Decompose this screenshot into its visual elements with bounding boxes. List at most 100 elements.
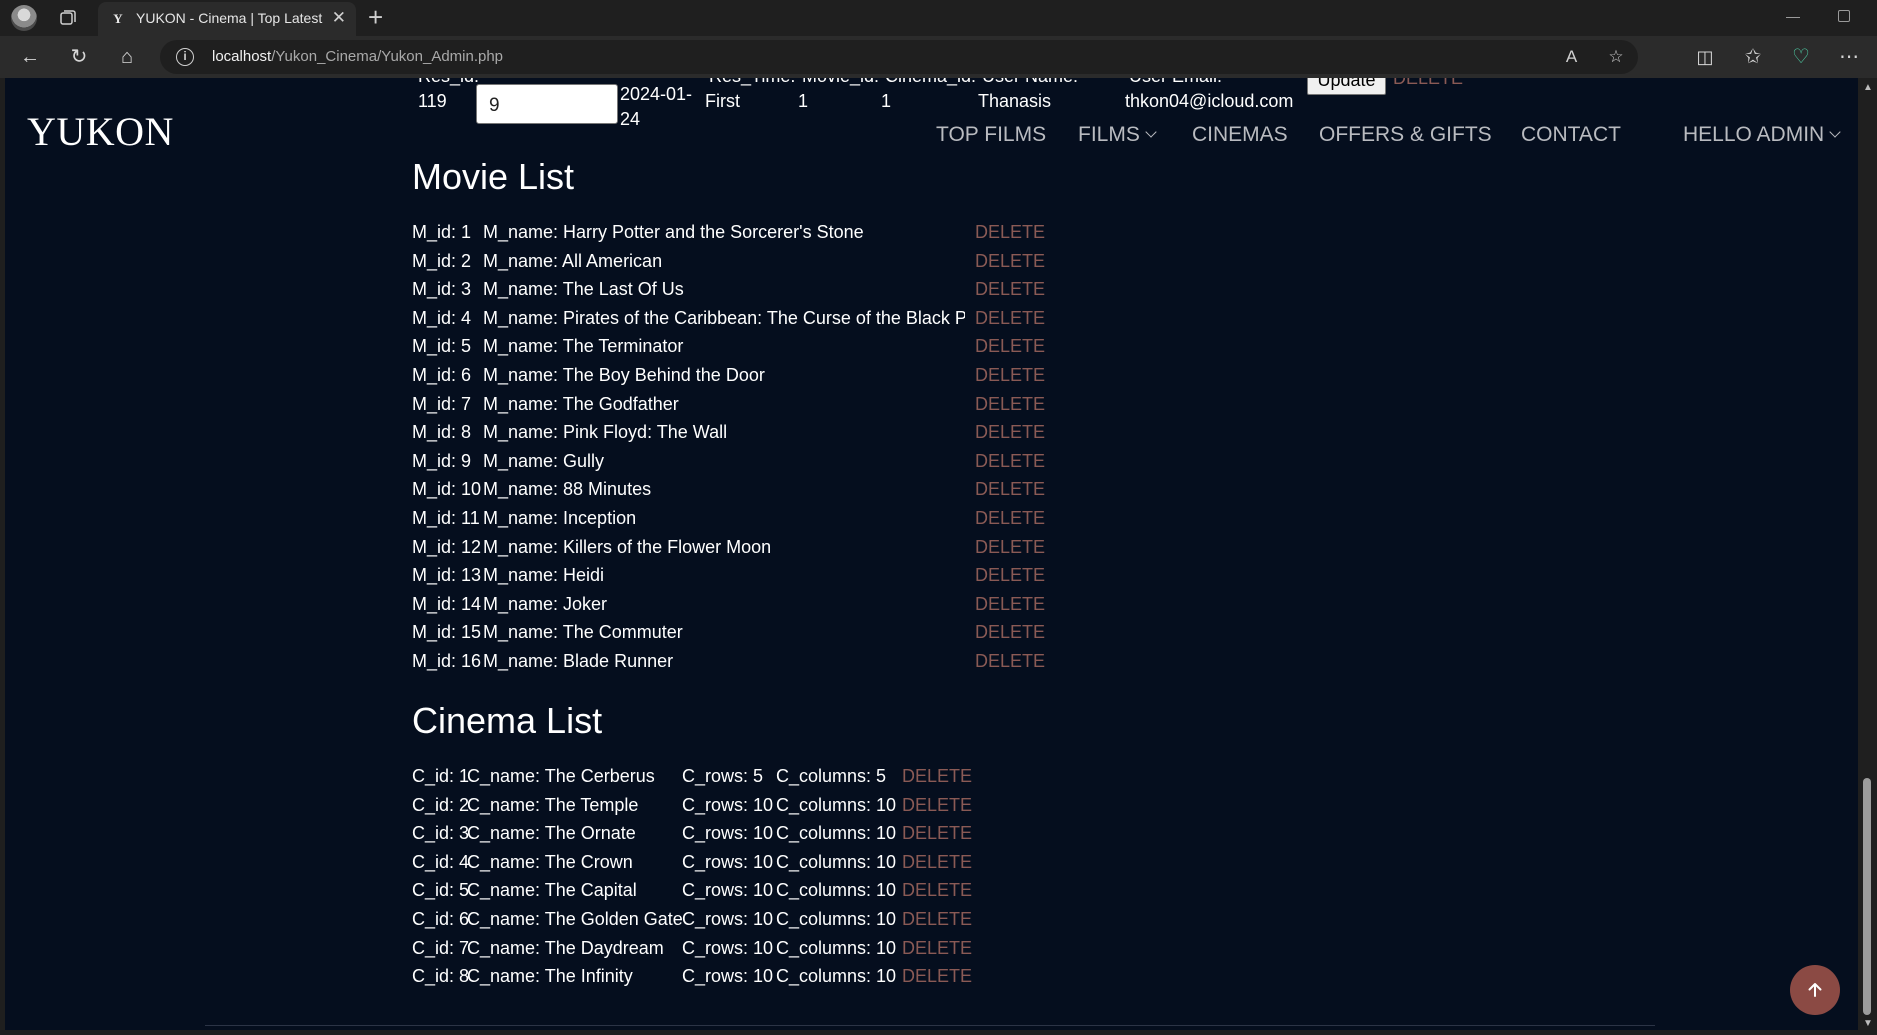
res-date-line1: 2024-01-: [620, 84, 693, 104]
movie-name: M_name: The Commuter: [483, 622, 683, 643]
delete-movie-link[interactable]: DELETE: [975, 618, 1045, 647]
delete-cinema-link[interactable]: DELETE: [902, 791, 972, 820]
movie-id: M_id: 2: [412, 250, 472, 271]
browser-essentials-icon[interactable]: ♡: [1788, 44, 1814, 70]
movie-id: M_id: 7: [412, 393, 472, 414]
seat-number-input[interactable]: 9: [476, 84, 618, 124]
user-name-label: User Name:: [982, 78, 1078, 89]
cinema-rows: C_rows: 10: [682, 880, 774, 901]
movie-id: M_id: 8: [412, 422, 472, 443]
res-time-label: Res_Time:: [709, 78, 795, 89]
nav-cinemas[interactable]: CINEMAS: [1192, 123, 1288, 147]
movie-name: M_name: Heidi: [483, 565, 605, 586]
address-bar[interactable]: i localhost/Yukon_Cinema/Yukon_Admin.php…: [160, 40, 1638, 74]
delete-cinema-link[interactable]: DELETE: [902, 848, 972, 877]
delete-movie-link[interactable]: DELETE: [975, 304, 1045, 333]
back-to-top-button[interactable]: [1790, 965, 1840, 1015]
delete-movie-link[interactable]: DELETE: [975, 218, 1045, 247]
movie-name: M_name: Harry Potter and the Sorcerer's …: [483, 222, 864, 242]
movie-id: M_id: 14: [412, 593, 482, 614]
scrollbar-thumb[interactable]: [1863, 778, 1871, 1015]
delete-cinema-link[interactable]: DELETE: [902, 762, 972, 791]
nav-top-films[interactable]: TOP FILMS: [936, 123, 1046, 147]
cinema-columns: C_columns: 10: [776, 937, 897, 958]
movie-id: M_id: 10: [412, 479, 482, 500]
delete-movie-link[interactable]: DELETE: [975, 332, 1045, 361]
refresh-icon[interactable]: ↻: [66, 44, 92, 70]
favorite-star-icon[interactable]: ☆: [1604, 45, 1628, 69]
delete-movie-link[interactable]: DELETE: [975, 361, 1045, 390]
new-tab-icon[interactable]: +: [368, 3, 383, 31]
browser-tab-bar: Y YUKON - Cinema | Top Latest Movies ✕ +: [0, 0, 1877, 36]
close-tab-icon[interactable]: ✕: [332, 8, 346, 28]
minimize-window-icon[interactable]: [1786, 6, 1800, 18]
nav-contact[interactable]: CONTACT: [1521, 123, 1621, 147]
cinema-name: C_name: The Ornate: [467, 823, 636, 844]
cinema-name: C_name: The Crown: [467, 851, 633, 872]
cinema-columns: C_columns: 10: [776, 880, 897, 901]
cinema-rows: C_rows: 10: [682, 908, 774, 929]
movie-id-value: 1: [798, 91, 809, 111]
tab-favicon-icon: Y: [113, 11, 123, 26]
delete-cinema-link[interactable]: DELETE: [902, 876, 972, 905]
split-screen-icon[interactable]: ◫: [1692, 44, 1718, 70]
read-aloud-icon[interactable]: A: [1560, 45, 1584, 69]
res-id-value: 119: [418, 91, 447, 111]
delete-cinema-link[interactable]: DELETE: [902, 905, 972, 934]
delete-movie-link[interactable]: DELETE: [975, 533, 1045, 562]
movie-id-label: Movie_id:: [802, 78, 879, 89]
delete-movie-link[interactable]: DELETE: [975, 561, 1045, 590]
delete-cinema-link[interactable]: DELETE: [902, 962, 972, 991]
favorites-icon[interactable]: ✩: [1740, 44, 1766, 70]
movie-id: M_id: 15: [412, 622, 482, 643]
scroll-up-icon[interactable]: ▲: [1863, 82, 1873, 93]
update-reservation-button[interactable]: Update: [1307, 78, 1386, 95]
home-icon[interactable]: ⌂: [114, 44, 140, 70]
cinema-rows: C_rows: 5: [682, 766, 764, 786]
movie-id: M_id: 5: [412, 336, 472, 357]
delete-movie-link[interactable]: DELETE: [975, 275, 1045, 304]
cinema-id: C_id: 3: [412, 823, 470, 844]
nav-offers-gifts[interactable]: OFFERS & GIFTS: [1319, 123, 1492, 147]
profile-avatar-icon[interactable]: [11, 5, 37, 31]
cinema-rows: C_rows: 10: [682, 937, 774, 958]
site-logo[interactable]: YUKON: [27, 108, 174, 155]
user-email-value: thkon04@icloud.com: [1125, 91, 1294, 111]
cinema-id: C_id: 4: [412, 851, 470, 872]
nav-hello-admin[interactable]: HELLO ADMIN: [1683, 123, 1841, 147]
more-menu-icon[interactable]: ⋯: [1836, 44, 1862, 70]
delete-movie-link[interactable]: DELETE: [975, 504, 1045, 533]
site-info-icon[interactable]: i: [176, 48, 194, 66]
delete-reservation-link[interactable]: DELETE: [1393, 78, 1463, 91]
delete-movie-link[interactable]: DELETE: [975, 590, 1045, 619]
cinema-name: C_name: The Temple: [467, 794, 639, 815]
cinema-columns: C_columns: 10: [776, 823, 897, 844]
movie-name: M_name: The Boy Behind the Door: [483, 364, 765, 385]
browser-tab[interactable]: Y YUKON - Cinema | Top Latest Movies ✕: [98, 2, 356, 36]
movie-name: M_name: Gully: [483, 450, 605, 471]
delete-movie-link[interactable]: DELETE: [975, 390, 1045, 419]
delete-cinema-link[interactable]: DELETE: [902, 934, 972, 963]
delete-movie-link[interactable]: DELETE: [975, 247, 1045, 276]
url-text[interactable]: localhost/Yukon_Cinema/Yukon_Admin.php: [212, 48, 503, 65]
tab-actions-icon[interactable]: [58, 8, 78, 28]
cinema-id: C_id: 7: [412, 937, 470, 958]
res-time-value: First: [705, 91, 740, 111]
delete-movie-link[interactable]: DELETE: [975, 475, 1045, 504]
movie-id: M_id: 1: [412, 222, 472, 242]
back-icon[interactable]: ←: [17, 44, 43, 70]
cinema-id-label: Cinema_id:: [885, 78, 976, 89]
delete-movie-link[interactable]: DELETE: [975, 447, 1045, 476]
movie-name: M_name: The Terminator: [483, 336, 684, 357]
cinema-columns: C_columns: 10: [776, 908, 897, 929]
nav-films[interactable]: FILMS: [1078, 123, 1157, 147]
delete-movie-link[interactable]: DELETE: [975, 647, 1045, 676]
scroll-down-icon[interactable]: ▼: [1863, 1018, 1873, 1029]
cinema-rows: C_rows: 10: [682, 794, 774, 815]
cinema-columns: C_columns: 10: [776, 794, 897, 815]
movie-id: M_id: 9: [412, 450, 472, 471]
restore-window-icon[interactable]: [1838, 10, 1850, 22]
page-scrollbar[interactable]: ▲ ▼: [1858, 78, 1877, 1035]
delete-cinema-link[interactable]: DELETE: [902, 819, 972, 848]
delete-movie-link[interactable]: DELETE: [975, 418, 1045, 447]
